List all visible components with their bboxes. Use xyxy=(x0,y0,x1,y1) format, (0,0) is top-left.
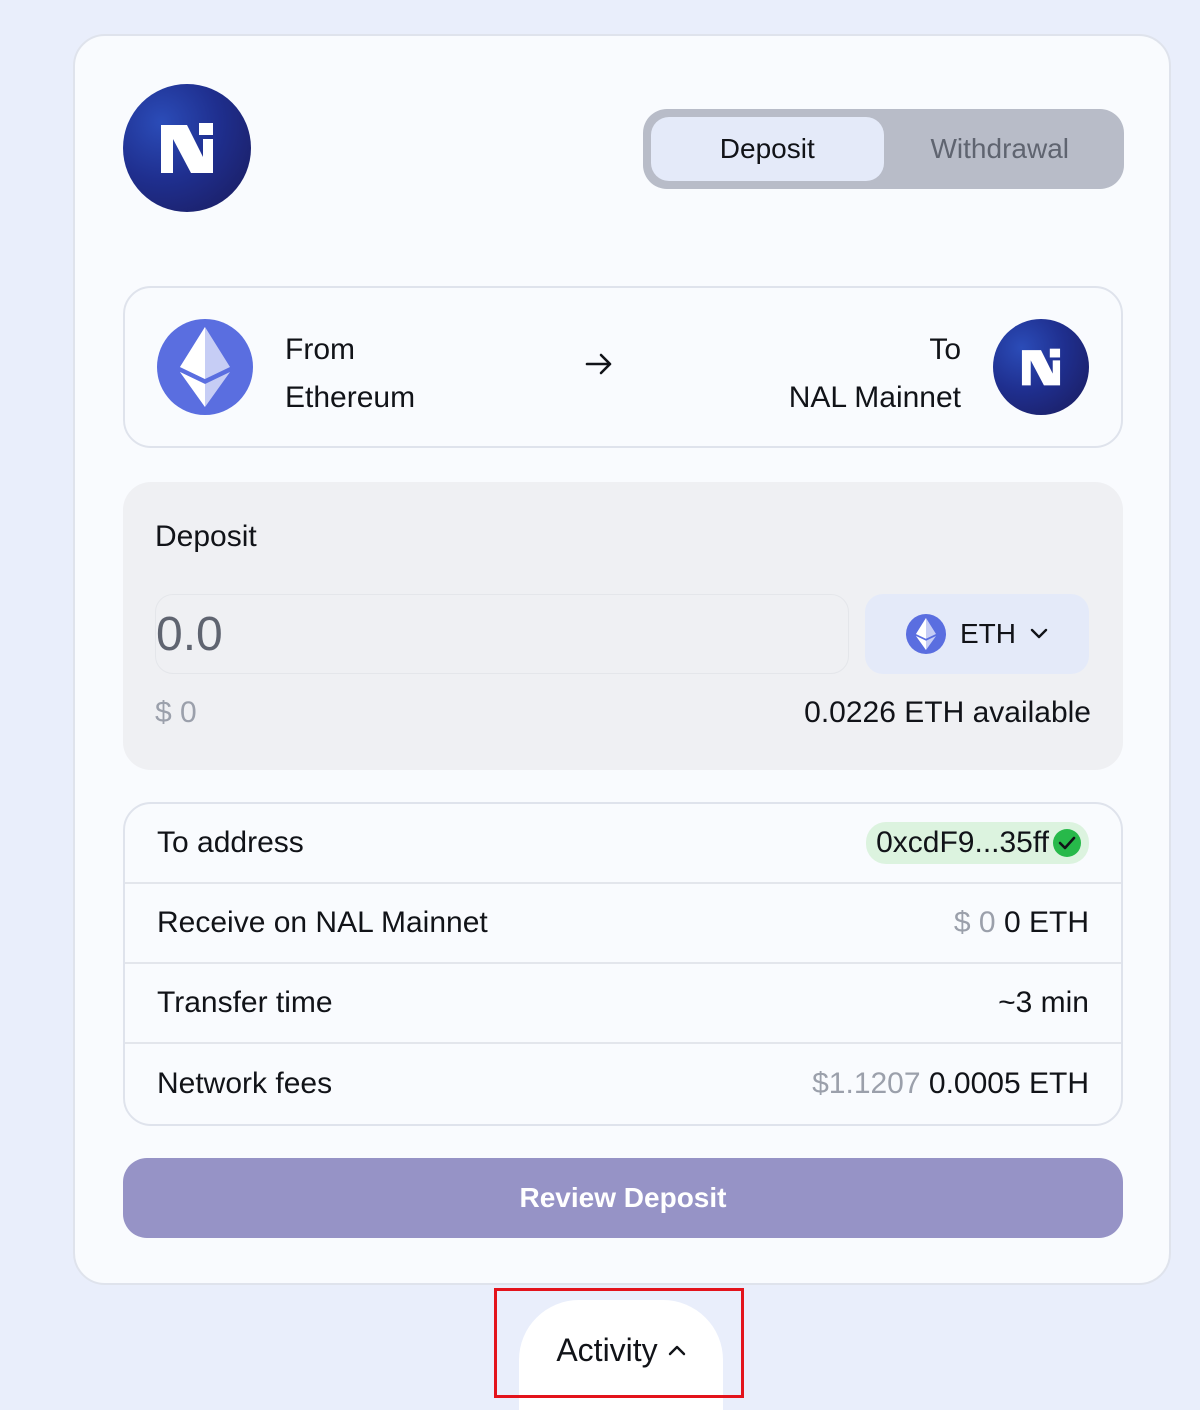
check-icon xyxy=(1053,829,1081,857)
arrow-right-icon xyxy=(585,353,612,375)
usd-value: $ 0 xyxy=(155,696,197,729)
tab-withdrawal[interactable]: Withdrawal xyxy=(884,117,1117,181)
chevron-up-icon xyxy=(668,1345,685,1356)
transfer-time-label: Transfer time xyxy=(157,986,333,1019)
route-from: From Ethereum xyxy=(285,326,415,422)
receive-label: Receive on NAL Mainnet xyxy=(157,906,488,939)
transfer-time-value: ~3 min xyxy=(998,986,1089,1019)
to-network: NAL Mainnet xyxy=(788,381,961,414)
chevron-down-icon xyxy=(1030,628,1048,639)
to-address-label: To address xyxy=(157,826,304,859)
activity-label: Activity xyxy=(556,1332,658,1368)
receive-row: Receive on NAL Mainnet $ 0 0 ETH xyxy=(125,884,1121,964)
network-fees-label: Network fees xyxy=(157,1067,333,1100)
token-selector[interactable]: ETH xyxy=(865,594,1089,674)
route-to: To NAL Mainnet xyxy=(789,326,961,422)
to-address-row: To address 0xcdF9...35ff xyxy=(125,804,1121,884)
nal-logo-icon xyxy=(123,84,251,212)
tab-deposit[interactable]: Deposit xyxy=(651,117,884,181)
bridge-card: Deposit Withdrawal From Ethereum To NAL … xyxy=(73,34,1171,1285)
address-value: 0xcdF9...35ff xyxy=(876,826,1049,859)
from-label: From xyxy=(285,333,355,366)
amount-input[interactable] xyxy=(155,594,849,674)
deposit-amount-panel: Deposit ETH $ 0 0.0226 ETH available xyxy=(123,482,1123,770)
fees-amount: 0.0005 ETH xyxy=(928,1067,1089,1100)
network-fees-value: $1.1207 0.0005 ETH xyxy=(812,1067,1089,1101)
available-balance: 0.0226 ETH available xyxy=(804,696,1091,729)
network-fees-row: Network fees $1.1207 0.0005 ETH xyxy=(125,1044,1121,1124)
deposit-withdrawal-toggle: Deposit Withdrawal xyxy=(643,109,1124,189)
receive-usd: $ 0 xyxy=(953,906,996,939)
receive-amount: 0 ETH xyxy=(1003,906,1089,939)
to-label: To xyxy=(929,333,961,366)
transfer-time-row: Transfer time ~3 min xyxy=(125,964,1121,1044)
from-network: Ethereum xyxy=(285,381,416,414)
ethereum-icon xyxy=(157,319,253,415)
nal-logo-icon xyxy=(993,319,1089,415)
token-label: ETH xyxy=(960,618,1016,649)
ethereum-icon xyxy=(906,614,946,654)
review-deposit-button[interactable]: Review Deposit xyxy=(123,1158,1123,1238)
deposit-label: Deposit xyxy=(155,520,257,553)
network-route: From Ethereum To NAL Mainnet xyxy=(123,286,1123,448)
address-badge[interactable]: 0xcdF9...35ff xyxy=(866,822,1089,864)
activity-button[interactable]: Activity xyxy=(519,1300,723,1410)
fees-usd: $1.1207 xyxy=(812,1067,921,1100)
transfer-details: To address 0xcdF9...35ff Receive on NAL … xyxy=(123,802,1123,1126)
receive-value: $ 0 0 ETH xyxy=(954,906,1089,940)
